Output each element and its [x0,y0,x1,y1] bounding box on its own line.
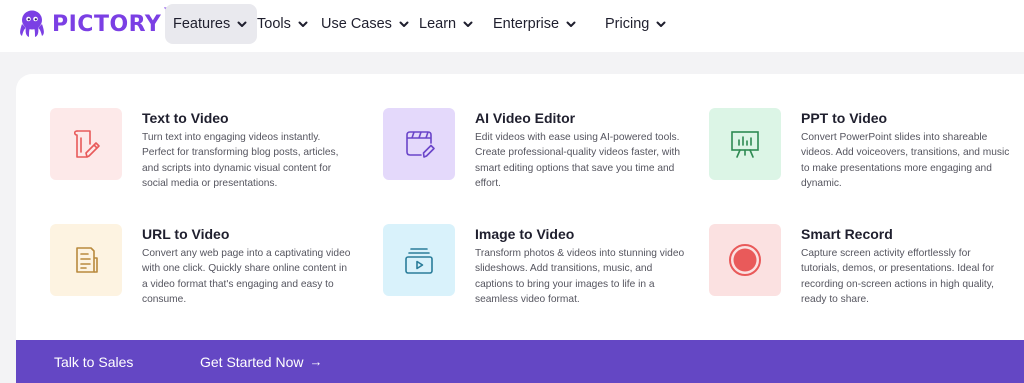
chevron-down-icon [235,17,249,31]
nav-tools[interactable]: Tools [257,4,310,44]
feature-ai-video-editor[interactable]: AI Video Editor Edit videos with ease us… [383,108,685,192]
feature-text: Smart Record Capture screen activity eff… [801,224,1011,308]
get-started-link[interactable]: Get Started Now → [200,340,323,383]
nav-pricing[interactable]: Pricing [605,4,668,44]
video-edit-icon [406,131,435,158]
octopus-logo-icon [20,10,44,37]
feature-description: Turn text into engaging videos instantly… [142,132,339,190]
feature-text: PPT to Video Convert PowerPoint slides i… [801,108,1011,192]
feature-title: Text to Video [142,110,229,126]
nav-use-cases-label: Use Cases [321,16,392,32]
chevron-down-icon [296,17,310,31]
get-started-label: Get Started Now [200,353,304,370]
brand-name: PICTORY [52,11,162,37]
feature-icon-tile [709,108,781,180]
chevron-down-icon [564,17,578,31]
cta-bar: Talk to Sales Get Started Now → [16,340,1024,383]
feature-title: PPT to Video [801,110,888,126]
nav-enterprise-label: Enterprise [493,16,560,32]
feature-description: Convert PowerPoint slides into shareable… [801,132,1010,190]
feature-text-to-video[interactable]: Text to Video Turn text into engaging vi… [50,108,352,192]
web-page-icon [76,247,98,273]
top-navigation: PICTORY TM Features Tools Use Cases Lear… [0,0,1024,52]
nav-tools-label: Tools [257,16,291,32]
feature-description: Capture screen activity effortlessly for… [801,248,995,306]
nav-features[interactable]: Features [165,4,258,44]
feature-smart-record[interactable]: Smart Record Capture screen activity eff… [709,224,1011,308]
nav-learn-label: Learn [419,16,457,32]
feature-text: Image to Video Transform photos & videos… [475,224,685,308]
record-icon [729,244,761,276]
feature-title: Image to Video [475,226,575,242]
chevron-down-icon [461,17,475,31]
feature-text: AI Video Editor Edit videos with ease us… [475,108,685,192]
talk-to-sales-label: Talk to Sales [54,353,134,370]
brand-logo[interactable]: PICTORY TM [16,6,173,42]
arrow-right-icon: → [309,354,323,369]
presentation-board-icon [731,131,759,158]
nav-use-cases[interactable]: Use Cases [321,4,411,44]
feature-ppt-to-video[interactable]: PPT to Video Convert PowerPoint slides i… [709,108,1011,192]
feature-icon-tile [50,108,122,180]
feature-title: Smart Record [801,226,893,242]
talk-to-sales-link[interactable]: Talk to Sales [54,340,133,383]
feature-description: Edit videos with ease using AI-powered t… [475,132,680,190]
feature-image-to-video[interactable]: Image to Video Transform photos & videos… [383,224,685,308]
nav-features-label: Features [173,16,231,32]
feature-icon-tile [50,224,122,296]
feature-icon-tile [383,108,455,180]
feature-text: URL to Video Convert any web page into a… [142,224,352,308]
feature-icon-tile [383,224,455,296]
nav-pricing-label: Pricing [605,16,650,32]
features-dropdown-panel: Text to Video Turn text into engaging vi… [16,74,1024,383]
chevron-down-icon [654,17,668,31]
nav-learn[interactable]: Learn [419,4,475,44]
feature-title: AI Video Editor [475,110,576,126]
feature-description: Convert any web page into a captivating … [142,248,351,306]
feature-text: Text to Video Turn text into engaging vi… [142,108,352,192]
image-stack-play-icon [405,248,433,274]
feature-icon-tile [709,224,781,296]
nav-enterprise[interactable]: Enterprise [493,4,578,44]
document-pen-icon [73,130,100,158]
feature-description: Transform photos & videos into stunning … [475,248,685,306]
feature-url-to-video[interactable]: URL to Video Convert any web page into a… [50,224,352,308]
feature-title: URL to Video [142,226,230,242]
chevron-down-icon [397,17,411,31]
